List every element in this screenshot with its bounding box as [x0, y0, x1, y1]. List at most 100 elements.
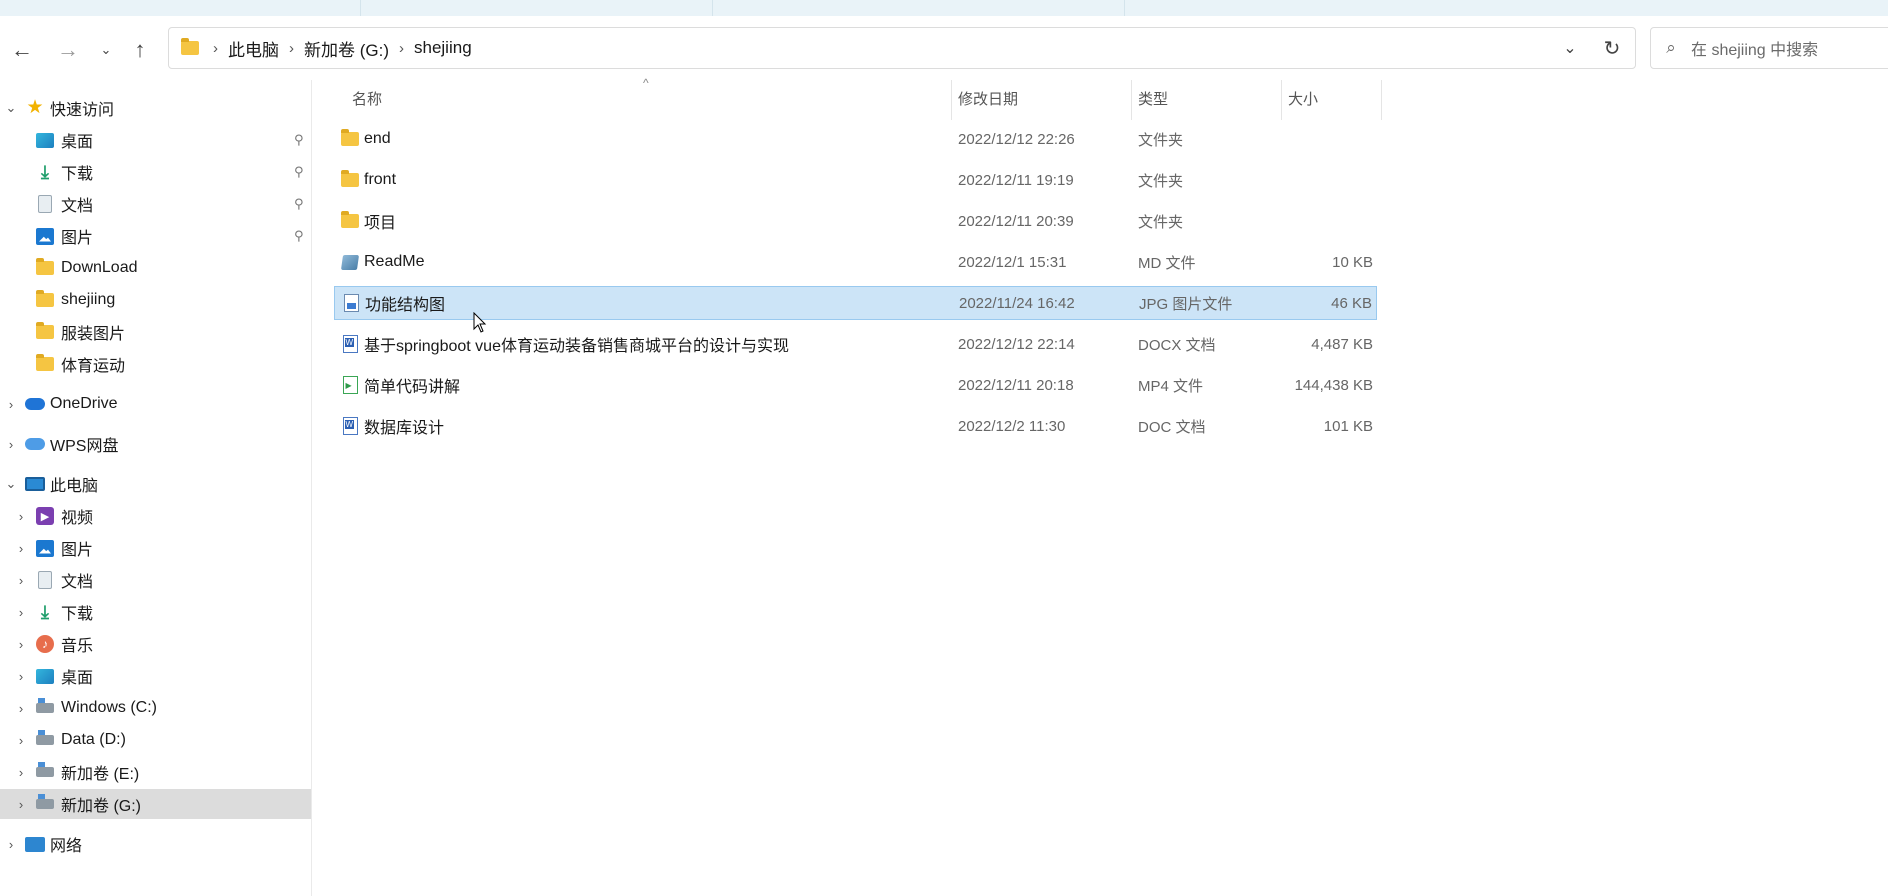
file-type: 文件夹 — [1138, 213, 1184, 231]
sidebar-item-label: 下载 — [61, 166, 94, 183]
sidebar-item-label: 下载 — [61, 606, 94, 623]
column-header-modified[interactable]: 修改日期 — [958, 88, 1018, 108]
chevron-right-icon[interactable]: › — [13, 541, 29, 556]
refresh-button[interactable]: ↻ — [1597, 28, 1627, 68]
sidebar-item-label: 文档 — [61, 198, 94, 215]
sidebar-item-pc-documents[interactable]: › 文档 — [0, 565, 311, 595]
file-row[interactable]: 基于springboot vue体育运动装备销售商城平台的设计与实现 2022/… — [334, 328, 1377, 362]
chevron-right-icon[interactable]: › — [13, 509, 29, 524]
sidebar-item-label: Data (D:) — [61, 731, 126, 748]
chevron-right-icon[interactable]: › — [13, 765, 29, 780]
file-row[interactable]: 功能结构图 2022/11/24 16:42 JPG 图片文件 46 KB — [334, 286, 1377, 320]
sidebar-item-label: WPS网盘 — [50, 438, 119, 455]
sidebar-item-drive-c[interactable]: › Windows (C:) — [0, 693, 311, 723]
sidebar-item-pc-downloads[interactable]: › ⤓ 下载 — [0, 597, 311, 627]
chevron-right-icon[interactable]: › — [13, 637, 29, 652]
sidebar-item-pc-pictures[interactable]: › 图片 — [0, 533, 311, 563]
sidebar-item-network[interactable]: › 网络 — [0, 829, 311, 859]
chevron-right-icon[interactable]: › — [13, 573, 29, 588]
forward-button[interactable]: → — [50, 32, 86, 68]
chevron-right-icon[interactable]: › — [399, 40, 404, 57]
chevron-right-icon[interactable]: › — [3, 437, 19, 452]
chevron-right-icon[interactable]: › — [3, 397, 19, 412]
desktop-icon — [35, 666, 55, 686]
sidebar-item-documents[interactable]: 文档 ⚲ — [0, 189, 311, 219]
chevron-right-icon[interactable]: › — [289, 40, 294, 57]
sidebar-item-music[interactable]: › ♪ 音乐 — [0, 629, 311, 659]
breadcrumb-drive-g[interactable]: 新加卷 (G:) — [304, 36, 389, 61]
chevron-right-icon[interactable]: › — [13, 797, 29, 812]
sidebar-item-label: DownLoad — [61, 259, 138, 276]
file-name: front — [364, 171, 397, 188]
file-row[interactable]: end 2022/12/12 22:26 文件夹 — [334, 123, 1377, 157]
column-header-size[interactable]: 大小 — [1288, 88, 1318, 108]
file-row[interactable]: 简单代码讲解 2022/12/11 20:18 MP4 文件 144,438 K… — [334, 369, 1377, 403]
drive-icon — [35, 730, 55, 750]
sidebar-item-drive-e[interactable]: › 新加卷 (E:) — [0, 757, 311, 787]
pin-icon: ⚲ — [294, 132, 304, 147]
sort-ascending-icon: ^ — [643, 76, 649, 90]
file-size: 4,487 KB — [1311, 335, 1373, 353]
file-row[interactable]: 项目 2022/12/11 20:39 文件夹 — [334, 205, 1377, 239]
up-button[interactable]: ↑ — [122, 32, 158, 68]
sidebar-item-wps[interactable]: › WPS网盘 — [0, 429, 311, 459]
sidebar-item-label: OneDrive — [50, 395, 118, 412]
file-type: 文件夹 — [1138, 131, 1184, 149]
sidebar-item-download-folder[interactable]: DownLoad — [0, 253, 311, 283]
sidebar-item-quick-access[interactable]: ⌄ ★ 快速访问 — [0, 93, 311, 123]
sidebar-item-label: 新加卷 (G:) — [61, 798, 141, 815]
file-row[interactable]: 数据库设计 2022/12/2 11:30 DOC 文档 101 KB — [334, 410, 1377, 444]
column-divider[interactable] — [951, 80, 952, 120]
column-divider[interactable] — [1131, 80, 1132, 120]
chevron-right-icon[interactable]: › — [13, 733, 29, 748]
column-header-name[interactable]: 名称 — [352, 88, 382, 108]
sidebar-item-label: 音乐 — [61, 638, 94, 655]
chevron-down-icon: ⌄ — [100, 42, 112, 57]
address-history-dropdown[interactable]: ⌄ — [1555, 28, 1585, 68]
file-size: 46 KB — [1331, 294, 1372, 312]
sidebar-item-videos[interactable]: › ▶ 视频 — [0, 501, 311, 531]
sidebar-item-this-pc[interactable]: ⌄ 此电脑 — [0, 469, 311, 499]
chevron-down-icon: ⌄ — [1563, 40, 1577, 57]
column-divider[interactable] — [1281, 80, 1282, 120]
pin-icon: ⚲ — [294, 164, 304, 179]
breadcrumb-this-pc[interactable]: 此电脑 — [228, 36, 279, 61]
sidebar-item-pc-desktop[interactable]: › 桌面 — [0, 661, 311, 691]
address-bar[interactable]: › 此电脑 › 新加卷 (G:) › shejiing ⌄ ↻ — [168, 27, 1636, 69]
recent-locations-button[interactable]: ⌄ — [88, 32, 124, 68]
file-row[interactable]: front 2022/12/11 19:19 文件夹 — [334, 164, 1377, 198]
chevron-right-icon[interactable]: › — [213, 40, 218, 57]
sidebar-item-drive-g[interactable]: › 新加卷 (G:) — [0, 789, 311, 819]
star-icon: ★ — [26, 97, 44, 118]
file-modified: 2022/12/12 22:26 — [958, 130, 1075, 148]
sidebar-item-desktop[interactable]: 桌面 ⚲ — [0, 125, 311, 155]
folder-icon — [181, 38, 199, 55]
sidebar-item-label: 体育运动 — [61, 358, 126, 375]
file-modified: 2022/12/1 15:31 — [958, 253, 1067, 271]
sidebar-item-shejiing[interactable]: shejiing — [0, 285, 311, 315]
chevron-down-icon[interactable]: ⌄ — [3, 100, 19, 116]
download-icon: ⤓ — [41, 602, 49, 622]
chevron-right-icon[interactable]: › — [13, 669, 29, 684]
breadcrumb-shejiing[interactable]: shejiing — [414, 38, 472, 58]
back-button[interactable]: ← — [4, 32, 40, 68]
sidebar-item-clothing-pictures[interactable]: 服装图片 — [0, 317, 311, 347]
chevron-down-icon[interactable]: ⌄ — [3, 476, 19, 492]
pictures-icon — [35, 226, 55, 246]
sidebar-item-downloads[interactable]: ⤓ 下载 ⚲ — [0, 157, 311, 187]
sidebar-item-sports[interactable]: 体育运动 — [0, 349, 311, 379]
chevron-right-icon[interactable]: › — [3, 837, 19, 852]
sidebar-item-pictures[interactable]: 图片 ⚲ — [0, 221, 311, 251]
file-row[interactable]: ReadMe 2022/12/1 15:31 MD 文件 10 KB — [334, 246, 1377, 280]
file-type: DOC 文档 — [1138, 418, 1206, 436]
column-divider[interactable] — [1381, 80, 1382, 120]
chevron-right-icon[interactable]: › — [13, 701, 29, 716]
column-header-type[interactable]: 类型 — [1138, 88, 1168, 108]
sidebar-item-drive-d[interactable]: › Data (D:) — [0, 725, 311, 755]
jpg-file-icon — [342, 294, 360, 312]
drive-icon — [35, 762, 55, 782]
search-input[interactable]: ⌕ 在 shejiing 中搜索 — [1650, 27, 1888, 69]
chevron-right-icon[interactable]: › — [13, 605, 29, 620]
arrow-up-icon: ↑ — [134, 37, 146, 62]
sidebar-item-onedrive[interactable]: › OneDrive — [0, 389, 311, 419]
